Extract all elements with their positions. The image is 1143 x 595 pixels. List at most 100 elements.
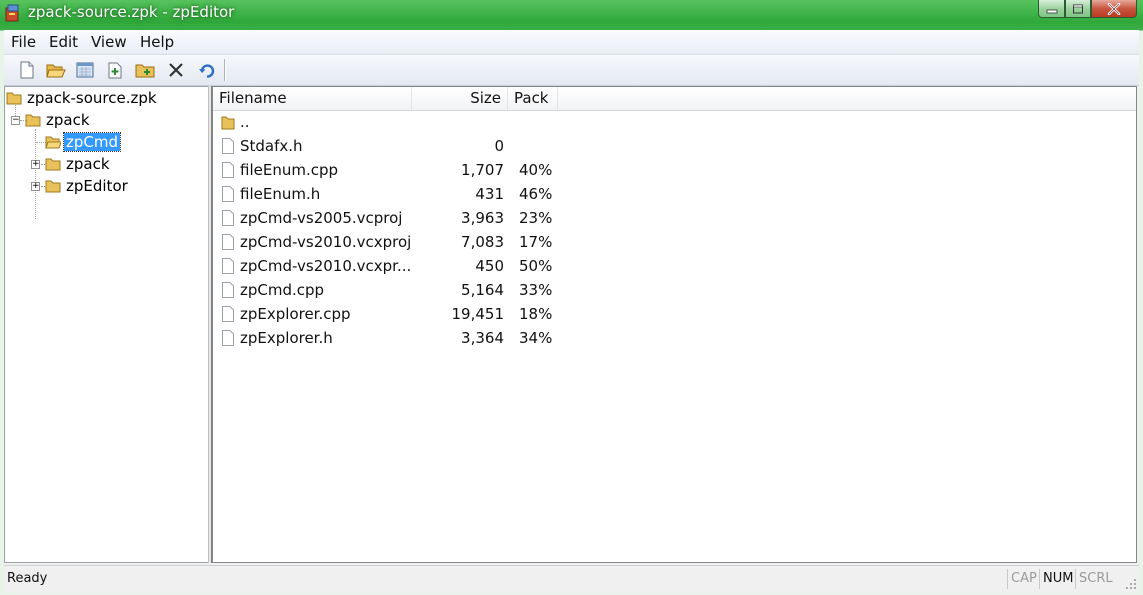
file-pack: 23% [519, 209, 553, 227]
menu-view[interactable]: View [88, 33, 130, 51]
expand-toggle[interactable]: + [31, 160, 40, 169]
status-divider [1007, 569, 1008, 589]
file-name: .. [240, 113, 250, 131]
file-icon [222, 234, 234, 250]
menu-file[interactable]: File [8, 33, 39, 51]
folder-icon [25, 114, 41, 127]
file-name: fileEnum.cpp [240, 161, 339, 179]
resize-grip-icon[interactable] [1125, 578, 1137, 590]
file-name: zpExplorer.cpp [240, 305, 351, 323]
cap-indicator: CAP [1011, 571, 1037, 586]
new-file-button[interactable] [16, 59, 38, 81]
caption-buttons [1038, 0, 1137, 20]
file-pack: 33% [519, 281, 553, 299]
open-button[interactable] [45, 59, 67, 81]
folder-icon [45, 158, 61, 171]
menu-help[interactable]: Help [137, 33, 177, 51]
close-icon [1107, 2, 1121, 15]
file-size: 5,164 [461, 281, 504, 299]
file-row[interactable]: zpCmd-vs2005.vcproj 3,963 23% [213, 206, 1136, 230]
scrl-indicator: SCRL [1079, 571, 1113, 586]
minimize-icon [1046, 9, 1057, 13]
file-icon [222, 282, 234, 298]
add-folder-button[interactable] [134, 59, 156, 81]
file-icon [222, 330, 234, 346]
save-archive-icon [76, 62, 94, 78]
file-size: 7,083 [461, 233, 504, 251]
delete-button[interactable] [165, 59, 187, 81]
folder-tree[interactable]: zpack-source.zpk − zpack zpCmd + zpack +… [4, 86, 208, 563]
refresh-icon [199, 64, 215, 78]
file-name: zpCmd-vs2005.vcproj [240, 209, 403, 227]
file-size: 450 [475, 257, 504, 275]
file-row[interactable]: fileEnum.cpp 1,707 40% [213, 158, 1136, 182]
add-file-icon [108, 62, 122, 79]
file-name: zpExplorer.h [240, 329, 333, 347]
file-size: 0 [494, 137, 504, 155]
toolbar-separator [224, 59, 225, 81]
list-header: Filename Size Pack [213, 87, 1136, 111]
file-row[interactable]: .. [213, 110, 1136, 134]
file-icon [222, 186, 234, 202]
add-file-button[interactable] [104, 59, 126, 81]
minimize-button[interactable] [1038, 0, 1065, 18]
file-name: zpCmd-vs2010.vcxproj [240, 233, 412, 251]
column-size[interactable]: Size [412, 87, 508, 110]
maximize-icon [1073, 4, 1083, 13]
num-indicator: NUM [1043, 571, 1074, 586]
status-divider [1075, 569, 1076, 589]
app-window: zpack-source.zpk - zpEditor File Edit Vi… [0, 0, 1143, 595]
tree-item-zpcmd[interactable]: zpCmd [45, 132, 122, 152]
file-list[interactable]: Filename Size Pack .. Stdafx.h 0 fileEnu… [212, 86, 1137, 563]
status-divider [1039, 569, 1040, 589]
file-name: fileEnum.h [240, 185, 321, 203]
add-folder-icon [135, 64, 155, 78]
title-bar[interactable]: zpack-source.zpk - zpEditor [0, 0, 1143, 28]
file-pack: 40% [519, 161, 553, 179]
file-size: 19,451 [451, 305, 505, 323]
status-text: Ready [7, 571, 48, 586]
close-button[interactable] [1091, 0, 1137, 18]
tree-item-label: zpack [46, 111, 90, 129]
maximize-button[interactable] [1065, 0, 1091, 18]
refresh-button[interactable] [196, 59, 218, 81]
file-pack: 17% [519, 233, 553, 251]
open-folder-icon [45, 136, 61, 149]
file-row[interactable]: zpCmd.cpp 5,164 33% [213, 278, 1136, 302]
file-icon [222, 162, 234, 178]
file-size: 3,364 [461, 329, 504, 347]
file-row[interactable]: zpCmd-vs2010.vcxpr... 450 50% [213, 254, 1136, 278]
collapse-toggle[interactable]: − [11, 116, 20, 125]
file-row[interactable]: zpExplorer.cpp 19,451 18% [213, 302, 1136, 326]
column-filename[interactable]: Filename [213, 87, 412, 110]
folder-icon [6, 92, 22, 105]
file-row[interactable]: fileEnum.h 431 46% [213, 182, 1136, 206]
column-pack[interactable]: Pack [508, 87, 558, 110]
tree-root-label: zpack-source.zpk [27, 89, 157, 107]
file-name: zpCmd.cpp [240, 281, 325, 299]
file-size: 3,963 [461, 209, 504, 227]
file-size: 431 [475, 185, 504, 203]
toolbar [4, 55, 1139, 86]
tree-root[interactable]: zpack-source.zpk [6, 88, 157, 108]
file-icon [222, 306, 234, 322]
file-name: zpCmd-vs2010.vcxpr... [240, 257, 412, 275]
client-area: File Edit View Help zpack-source.zpk − z… [4, 30, 1139, 593]
menu-bar: File Edit View Help [4, 30, 1139, 55]
expand-toggle[interactable]: + [31, 182, 40, 191]
tree-item-zpack[interactable]: zpack [25, 110, 90, 130]
tree-item-zpeditor[interactable]: zpEditor [45, 176, 128, 196]
menu-edit[interactable]: Edit [46, 33, 81, 51]
new-file-icon [20, 61, 34, 79]
file-row[interactable]: Stdafx.h 0 [213, 134, 1136, 158]
save-archive-button[interactable] [74, 59, 96, 81]
file-row[interactable]: zpCmd-vs2010.vcxproj 7,083 17% [213, 230, 1136, 254]
file-pack: 50% [519, 257, 553, 275]
app-icon[interactable] [5, 4, 21, 22]
tree-item-label-selected: zpCmd [62, 132, 122, 152]
file-size: 1,707 [461, 161, 504, 179]
tree-item-zpack-sub[interactable]: zpack [45, 154, 110, 174]
window-title: zpack-source.zpk - zpEditor [28, 3, 235, 21]
tree-item-label: zpEditor [66, 177, 128, 195]
file-row[interactable]: zpExplorer.h 3,364 34% [213, 326, 1136, 350]
